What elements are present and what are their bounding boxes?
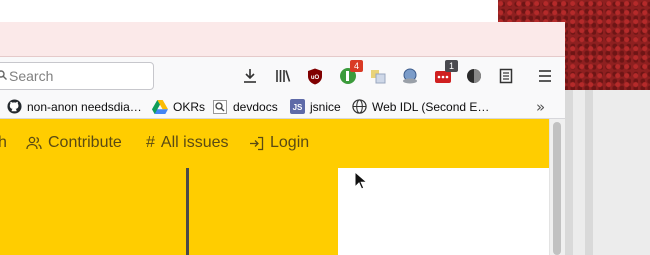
nav-link-home[interactable]: h bbox=[0, 131, 7, 155]
bookmarks-toolbar: non-anon needsdia… OKRs devdocs JS jsnic… bbox=[0, 95, 565, 119]
scrollbar-thumb[interactable] bbox=[553, 122, 561, 255]
browser-window: uO 4 1 non-anon needsdi bbox=[0, 22, 565, 255]
bookmark-label: jsnice bbox=[310, 99, 341, 114]
users-icon bbox=[26, 136, 42, 150]
reader-icon[interactable] bbox=[494, 64, 518, 88]
extension-red-icon[interactable]: 1 bbox=[431, 60, 458, 88]
globe-icon bbox=[351, 99, 367, 115]
search-bar[interactable] bbox=[0, 62, 154, 90]
menu-icon[interactable] bbox=[533, 64, 557, 88]
bookmark-label: Web IDL (Second E… bbox=[372, 99, 490, 114]
login-icon bbox=[250, 136, 264, 150]
desktop-background bbox=[0, 0, 498, 22]
js-icon: JS bbox=[289, 99, 305, 115]
mouse-cursor-icon bbox=[354, 171, 368, 190]
search-icon bbox=[212, 99, 228, 115]
library-icon[interactable] bbox=[271, 64, 295, 88]
ublock-icon[interactable]: uO bbox=[303, 64, 327, 88]
bookmark-item[interactable]: JS jsnice bbox=[289, 97, 341, 116]
svg-text:uO: uO bbox=[311, 75, 320, 81]
site-header: h Contribute # All issues Login bbox=[0, 119, 549, 168]
extension-tiles-icon[interactable] bbox=[366, 64, 390, 88]
svg-text:JS: JS bbox=[292, 103, 302, 112]
bookmark-item[interactable]: OKRs bbox=[152, 97, 205, 116]
hash-icon: # bbox=[146, 134, 155, 151]
google-drive-icon bbox=[152, 99, 168, 115]
extension-globe-icon[interactable] bbox=[398, 64, 422, 88]
page-content: h Contribute # All issues Login bbox=[0, 119, 565, 255]
search-input[interactable] bbox=[9, 66, 145, 86]
tab-strip bbox=[0, 22, 565, 57]
extension-dark-icon[interactable] bbox=[462, 64, 486, 88]
bookmark-label: devdocs bbox=[233, 99, 278, 114]
nav-link-contribute[interactable]: Contribute bbox=[26, 131, 122, 155]
background-window bbox=[565, 90, 650, 255]
downloads-icon[interactable] bbox=[238, 64, 262, 88]
bookmark-label: non-anon needsdia… bbox=[27, 99, 142, 114]
bookmark-item[interactable]: non-anon needsdia… bbox=[6, 97, 142, 116]
badge-count: 1 bbox=[445, 60, 458, 72]
bookmark-item[interactable]: Web IDL (Second E… bbox=[351, 97, 489, 116]
github-icon bbox=[6, 99, 22, 115]
badge-count: 4 bbox=[350, 60, 363, 72]
hero-panel bbox=[0, 168, 338, 255]
nav-label: Contribute bbox=[48, 134, 122, 151]
nav-label: Login bbox=[270, 134, 310, 151]
nav-label: h bbox=[0, 134, 7, 151]
bookmark-item[interactable]: devdocs bbox=[212, 97, 278, 116]
nav-link-login[interactable]: Login bbox=[249, 131, 309, 155]
nav-link-all-issues[interactable]: # All issues bbox=[146, 131, 228, 155]
divider bbox=[186, 168, 189, 255]
vertical-scrollbar[interactable] bbox=[549, 119, 565, 255]
chevron-double-right-icon[interactable]: » bbox=[536, 98, 545, 116]
search-icon bbox=[0, 70, 7, 80]
nav-label: All issues bbox=[160, 134, 229, 151]
navigation-toolbar: uO 4 1 bbox=[0, 57, 565, 95]
bookmark-label: OKRs bbox=[173, 99, 206, 114]
extension-green-icon[interactable]: 4 bbox=[336, 60, 363, 88]
